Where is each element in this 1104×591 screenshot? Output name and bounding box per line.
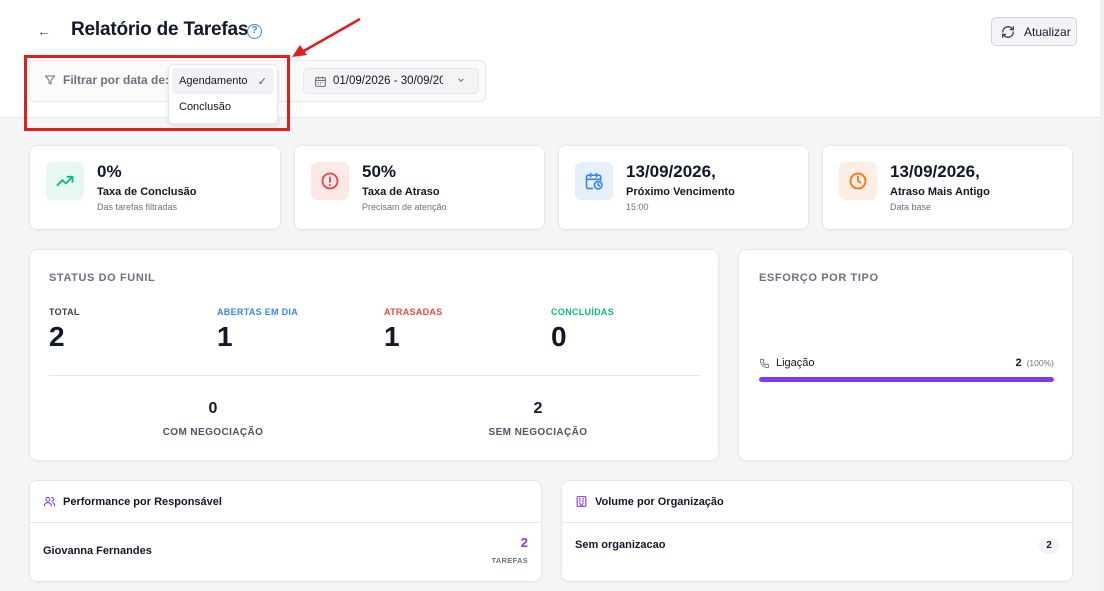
- kpi-label: Próximo Vencimento: [626, 186, 735, 198]
- stat-value-total: 2: [49, 321, 65, 352]
- with-negotiation-label: COM NEGOCIAÇÃO: [162, 427, 264, 438]
- check-icon: ✓: [257, 75, 267, 88]
- panel-header: Volume por Organização: [562, 481, 1072, 523]
- calendar-clock-icon: [575, 162, 613, 200]
- refresh-label: Atualizar: [1024, 24, 1071, 39]
- question-circle-icon[interactable]: ?: [247, 24, 262, 39]
- alert-circle-icon: [311, 162, 349, 200]
- effort-count: 2: [1015, 357, 1022, 369]
- dropdown-option-conclusao[interactable]: Conclusão: [172, 94, 274, 120]
- without-negotiation-value: 2: [533, 400, 543, 417]
- section-title: ESFORÇO POR TIPO: [759, 272, 879, 284]
- task-count-label: TAREFAS: [491, 556, 528, 565]
- kpi-card-overdue-rate: 50% Taxa de Atraso Precisam de atenção: [294, 145, 545, 230]
- kpi-value: 13/09/2026,: [626, 162, 716, 181]
- effort-type-label: Ligação: [776, 357, 815, 369]
- filter-label: Filtrar por data de:: [44, 73, 169, 87]
- stat-value-completed: 0: [551, 321, 567, 352]
- panel-header: Performance por Responsável: [30, 481, 541, 523]
- scrollbar-track[interactable]: [1100, 0, 1104, 591]
- divider: [49, 375, 700, 376]
- phone-icon: [759, 358, 770, 368]
- calendar-icon: [315, 76, 326, 87]
- kpi-value: 0%: [97, 162, 122, 181]
- organization-name: Sem organizacao: [575, 539, 666, 551]
- performance-card: Performance por Responsável Giovanna Fer…: [29, 480, 542, 582]
- arrow-left-icon[interactable]: ←: [36, 22, 52, 40]
- dropdown-option-agendamento[interactable]: Agendamento ✓: [172, 68, 274, 94]
- with-negotiation-value: 0: [208, 400, 218, 417]
- users-icon: [43, 496, 56, 507]
- kpi-card-next-due: 13/09/2026, Próximo Vencimento 15:00: [558, 145, 809, 230]
- clock-icon: [839, 162, 877, 200]
- effort-row: Ligação 2 (100%): [759, 357, 1054, 369]
- without-negotiation-label: SEM NEGOCIAÇÃO: [488, 427, 588, 438]
- chevron-down-icon: [458, 78, 464, 82]
- refresh-icon: [1002, 25, 1014, 38]
- task-count: 2: [520, 535, 528, 550]
- kpi-label: Taxa de Conclusão: [97, 186, 197, 198]
- kpi-label: Taxa de Atraso: [362, 186, 440, 198]
- kpi-label: Atraso Mais Antigo: [890, 186, 990, 198]
- date-range-value: 01/09/2026 - 30/09/2026: [333, 75, 443, 87]
- trending-up-icon: [46, 162, 84, 200]
- kpi-subtext: Precisam de atenção: [362, 202, 447, 212]
- page-title: Relatório de Tarefas: [71, 19, 249, 40]
- effort-percent: (100%): [1026, 358, 1054, 368]
- effort-progress-bar: [759, 377, 1054, 382]
- stat-label-total: TOTAL: [49, 307, 80, 317]
- date-type-dropdown[interactable]: Agendamento ✓ Conclusão: [168, 64, 278, 124]
- panel-title: Volume por Organização: [595, 495, 724, 508]
- effort-by-type-card: ESFORÇO POR TIPO Ligação 2 (100%): [738, 249, 1073, 461]
- organization-count-badge: 2: [1039, 537, 1059, 554]
- kpi-card-completion-rate: 0% Taxa de Conclusão Das tarefas filtrad…: [29, 145, 281, 230]
- stat-value-open: 1: [217, 321, 233, 352]
- refresh-button[interactable]: Atualizar: [991, 17, 1077, 46]
- stat-label-overdue: ATRASADAS: [384, 307, 443, 317]
- section-title: STATUS DO FUNIL: [49, 272, 156, 284]
- stat-label-completed: CONCLUÍDAS: [551, 307, 614, 317]
- volume-card: Volume por Organização Sem organizacao 2: [561, 480, 1073, 582]
- kpi-value: 13/09/2026,: [890, 162, 980, 181]
- effort-progress-fill: [759, 377, 1054, 382]
- panel-title: Performance por Responsável: [63, 495, 222, 508]
- funnel-status-card: STATUS DO FUNIL TOTAL 2 ABERTAS EM DIA 1…: [29, 249, 719, 461]
- kpi-subtext: 15:00: [626, 202, 649, 212]
- date-range-picker[interactable]: 01/09/2026 - 30/09/2026: [303, 68, 479, 94]
- responsible-name: Giovanna Fernandes: [43, 545, 152, 557]
- stat-value-overdue: 1: [384, 321, 400, 352]
- filter-icon: [45, 75, 55, 85]
- kpi-value: 50%: [362, 162, 397, 181]
- stat-label-open: ABERTAS EM DIA: [217, 307, 299, 317]
- kpi-card-oldest-overdue: 13/09/2026, Atraso Mais Antigo Data base: [822, 145, 1073, 230]
- kpi-subtext: Data base: [890, 202, 932, 212]
- kpi-subtext: Das tarefas filtradas: [97, 202, 178, 212]
- building-icon: [576, 496, 587, 507]
